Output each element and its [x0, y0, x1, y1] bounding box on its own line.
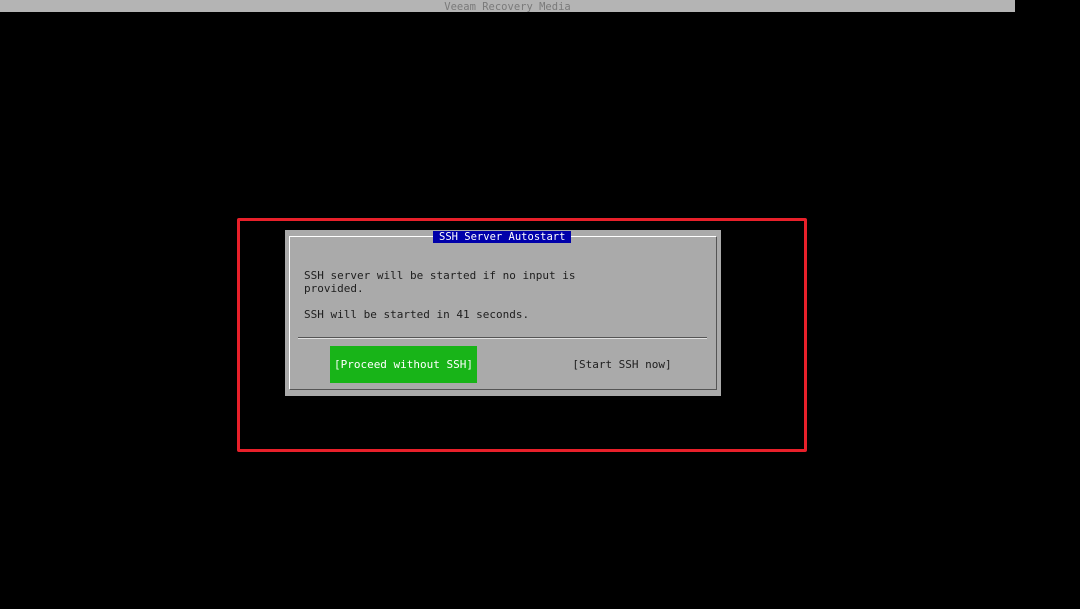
proceed-without-ssh-button[interactable]: [Proceed without SSH]	[330, 346, 477, 383]
dialog-title: SSH Server Autostart	[433, 231, 572, 243]
window-title-bar: Veeam Recovery Media	[0, 0, 1015, 12]
dialog-message-line: provided.	[304, 282, 364, 295]
dialog-separator	[298, 337, 707, 339]
window-title: Veeam Recovery Media	[444, 1, 571, 12]
countdown-message: SSH will be started in 41 seconds.	[304, 308, 530, 321]
recovery-console-screen: Veeam Recovery Media SSH Server Autostar…	[0, 0, 1080, 609]
start-ssh-now-button[interactable]: [Start SSH now]	[567, 346, 677, 383]
ssh-autostart-dialog: SSH Server Autostart SSH server will be …	[285, 230, 721, 396]
dialog-message-line: SSH server will be started if no input i…	[304, 269, 576, 282]
